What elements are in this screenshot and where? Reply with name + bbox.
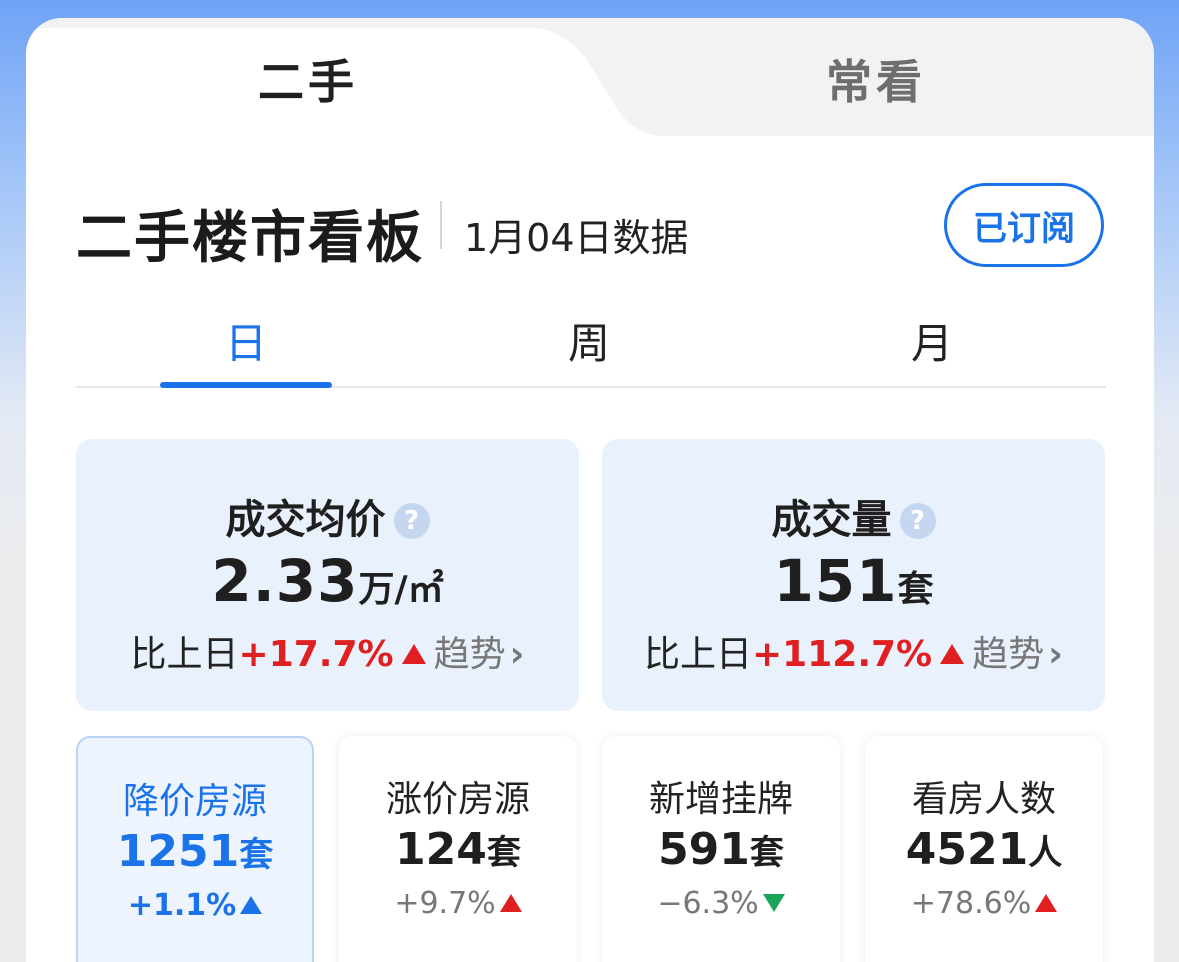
small-card-unit: 套 [239,835,274,875]
volume-change: +112.7% [752,634,933,675]
avg-price-label: 成交均价 [225,497,386,543]
trend-label: 趋势 [433,634,506,675]
top-tab-bar: 二手 常看 [26,18,1154,138]
volume-title: 成交量? [602,487,1105,545]
small-card-value: 591 [658,824,750,875]
small-card-change-row: +1.1% [78,888,312,923]
small-card-unit: 套 [749,833,784,873]
triangle-up-icon [240,896,263,914]
avg-price-title: 成交均价? [76,487,579,545]
triangle-up-icon [499,894,522,912]
avg-price-unit: 万/㎡ [358,569,444,610]
small-card-change-row: −6.3% [602,886,840,921]
chevron-right-icon: › [1048,634,1063,675]
small-card-change: −6.3% [657,886,759,921]
volume-trend-link[interactable]: 趋势 › [972,634,1063,675]
triangle-down-icon [762,894,785,912]
triangle-up-icon [940,644,965,664]
dashboard-header: 二手楼市看板 1月04日数据 已订阅 [76,183,1106,273]
volume-label: 成交量 [771,497,892,543]
small-card-change: +9.7% [394,886,496,921]
price-rise-listings-card[interactable]: 涨价房源 124套 +9.7% [339,736,577,962]
avg-price-card[interactable]: 成交均价? 2.33万/㎡ 比上日+17.7% 趋势 › [76,439,579,711]
question-circle-icon[interactable]: ? [393,503,430,539]
viewers-card[interactable]: 看房人数 4521人 +78.6% [865,736,1103,962]
market-dashboard-card: 二手 常看 二手楼市看板 1月04日数据 已订阅 日 周 月 成交均价? 2.3… [26,18,1154,962]
tab-month[interactable]: 月 [846,310,1018,371]
volume-card[interactable]: 成交量? 151套 比上日+112.7% 趋势 › [602,439,1105,711]
small-card-label: 新增挂牌 [648,779,793,820]
tab-shape [26,18,1154,138]
small-card-change-row: +9.7% [339,886,577,921]
volume-compare: 比上日+112.7% 趋势 › [602,625,1105,677]
volume-value: 151 [773,547,898,615]
avg-price-value-row: 2.33万/㎡ [76,547,579,615]
page-title: 二手楼市看板 [76,206,424,271]
question-circle-icon[interactable]: ? [899,503,936,539]
small-card-value: 4521 [905,824,1029,875]
avg-price-compare: 比上日+17.7% 趋势 › [76,625,579,677]
chevron-right-icon: › [509,634,525,675]
small-card-change: +1.1% [127,888,237,923]
small-card-label: 降价房源 [122,781,267,822]
data-date: 1月04日数据 [464,216,689,260]
small-card-change: +78.6% [910,886,1032,921]
small-card-change-row: +78.6% [865,886,1103,921]
small-card-value-row: 591套 [602,824,840,875]
triangle-up-icon [1035,894,1058,912]
title-divider [440,201,442,249]
small-card-unit: 人 [1028,833,1063,873]
small-card-unit: 套 [486,833,521,873]
volume-unit: 套 [897,569,934,610]
compare-label: 比上日 [644,634,753,675]
small-card-label: 涨价房源 [385,779,530,820]
small-card-value-row: 4521人 [865,824,1103,875]
small-card-value: 124 [395,824,487,875]
small-card-value: 1251 [116,826,240,877]
tab-week[interactable]: 周 [503,310,675,371]
avg-price-change: +17.7% [238,634,394,675]
trend-label: 趋势 [972,634,1045,675]
compare-label: 比上日 [130,634,239,675]
small-card-label: 看房人数 [911,779,1056,820]
active-tab-indicator [160,382,332,388]
subscribe-button[interactable]: 已订阅 [944,183,1104,267]
triangle-up-icon [401,644,426,664]
tab-changkan[interactable]: 常看 [826,46,926,112]
new-listings-card[interactable]: 新增挂牌 591套 −6.3% [602,736,840,962]
period-tabs: 日 周 月 [76,310,1106,388]
small-card-value-row: 124套 [339,824,577,875]
price-cut-listings-card[interactable]: 降价房源 1251套 +1.1% [76,736,314,962]
tab-day[interactable]: 日 [160,310,332,371]
avg-price-value: 2.33 [211,547,359,615]
volume-value-row: 151套 [602,547,1105,615]
small-card-value-row: 1251套 [78,826,312,877]
avg-price-trend-link[interactable]: 趋势 › [434,634,525,675]
tab-ershou[interactable]: 二手 [258,46,358,112]
